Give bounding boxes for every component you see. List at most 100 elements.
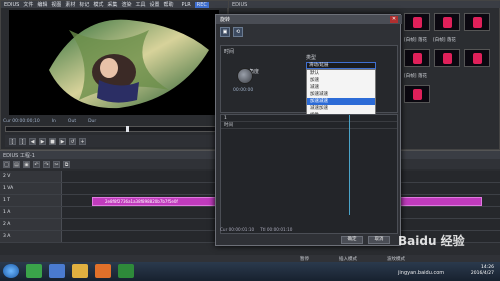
- dialog-toolbar: ▣ ⟲: [220, 27, 243, 37]
- new-sequence-icon[interactable]: □: [3, 160, 10, 168]
- scrub-bar[interactable]: [5, 126, 225, 132]
- thumb-row: [404, 85, 490, 103]
- dialog-statusbar: Cur 00:00:01:10 Ttl 00:00:01:10: [220, 225, 320, 233]
- dropdown-option-selected[interactable]: 加速减速: [307, 98, 375, 105]
- mode-badge[interactable]: REC: [194, 1, 209, 8]
- track-header[interactable]: 2 A: [0, 219, 62, 230]
- track-header[interactable]: 1 A: [0, 207, 62, 218]
- timecode-in: In: [51, 118, 56, 124]
- thumb-caption-row: [白帧] 落花 [白帧] 落花: [404, 37, 490, 43]
- dropdown-option[interactable]: 默认: [307, 70, 375, 77]
- rotate-dialog: 旋转 ✕ ▣ ⟲ 时间 类型 角度 00:00:00 滑动/延展 默认 加速 减…: [215, 14, 402, 246]
- menu-capture[interactable]: 采集: [107, 1, 117, 8]
- set-in-icon[interactable]: [: [9, 137, 16, 145]
- menu-mode[interactable]: 模式: [93, 1, 103, 8]
- save-icon[interactable]: ▣: [23, 160, 30, 168]
- player-titlebar: EDIUS 文件 编辑 视图 素材 标记 模式 采集 渲染 工具 设置 帮助 P…: [1, 1, 229, 8]
- app-icon[interactable]: [49, 264, 65, 278]
- menu-clip[interactable]: 素材: [65, 1, 75, 8]
- ok-button[interactable]: 确定: [341, 236, 363, 244]
- dropdown-option[interactable]: 减速加速: [307, 105, 375, 112]
- player-window: EDIUS 文件 编辑 视图 素材 标记 模式 采集 渲染 工具 设置 帮助 P…: [0, 0, 229, 150]
- redo-icon[interactable]: ↷: [43, 160, 50, 168]
- app-name: EDIUS: [4, 1, 20, 8]
- thumb-caption: [白帧] 落花: [404, 74, 427, 79]
- timecode-dur: Dur: [88, 118, 97, 124]
- menu-tools[interactable]: 工具: [135, 1, 145, 8]
- timecode-out: Out: [67, 118, 77, 124]
- browser-icon[interactable]: [95, 264, 111, 278]
- playhead-line[interactable]: [349, 115, 350, 215]
- loop-icon[interactable]: ↺: [69, 137, 76, 145]
- scrub-handle[interactable]: [126, 126, 129, 132]
- app-icon[interactable]: [26, 264, 42, 278]
- type-select[interactable]: 滑动/延展: [306, 62, 376, 69]
- thumb-caption: [白帧] 落花: [432, 38, 456, 43]
- section-time-label: 时间: [224, 49, 235, 55]
- timeline-clip[interactable]: 2e8f8f2736a1a38f898820b7b7f5e0f: [92, 197, 222, 206]
- track-header[interactable]: 1 T: [0, 195, 62, 206]
- track-header[interactable]: 1 VA: [0, 183, 62, 194]
- menu-help[interactable]: 帮助: [163, 1, 173, 8]
- bin-title: EDIUS: [232, 1, 248, 8]
- video-preview: [9, 10, 219, 115]
- stop-icon[interactable]: ■: [49, 137, 56, 145]
- dropdown-option[interactable]: 减速: [307, 84, 375, 91]
- clip-thumbnail[interactable]: [434, 13, 460, 31]
- play-icon[interactable]: ▶: [39, 137, 46, 145]
- clip-thumbnail[interactable]: [464, 13, 490, 31]
- clip-thumbnail[interactable]: [434, 49, 460, 67]
- cancel-button[interactable]: 取消: [368, 236, 390, 244]
- status-cur: Cur 00:00:01:10: [220, 226, 255, 232]
- menu-file[interactable]: 文件: [23, 1, 33, 8]
- clip-thumbnail[interactable]: [404, 13, 430, 31]
- angle-knob[interactable]: [237, 68, 253, 84]
- dialog-titlebar: 旋转: [216, 15, 402, 24]
- dropdown-option[interactable]: 加速: [307, 77, 375, 84]
- menu-mark[interactable]: 标记: [79, 1, 89, 8]
- keyframe-panel: 1 时间: [220, 114, 398, 234]
- open-icon[interactable]: ▤: [13, 160, 20, 168]
- undo-icon[interactable]: ↶: [33, 160, 40, 168]
- angle-value: 00:00:00: [233, 88, 254, 93]
- system-tray[interactable]: 14:26 2016/4/27: [471, 265, 494, 277]
- bin-thumbs-col: [白帧] 落花 [白帧] 落花 [白帧] 落花: [404, 13, 490, 103]
- timecode-current: Cur 00:00:00;10: [3, 118, 40, 124]
- keyframe-row[interactable]: 时间: [221, 122, 397, 129]
- timeline-clip[interactable]: [398, 197, 482, 206]
- video-frame-image: [49, 19, 209, 109]
- clip-thumbnail[interactable]: [404, 85, 430, 103]
- tray-date: 2016/4/27: [470, 271, 494, 276]
- reset-icon[interactable]: ⟲: [233, 27, 243, 37]
- menu-render[interactable]: 渲染: [121, 1, 131, 8]
- copy-icon[interactable]: ⧉: [63, 160, 70, 168]
- set-out-icon[interactable]: ]: [19, 137, 26, 145]
- baidu-watermark-logo: Baidu 经验: [398, 234, 465, 248]
- clip-thumbnail[interactable]: [404, 49, 430, 67]
- menu-view[interactable]: 视图: [51, 1, 61, 8]
- keyframe-row[interactable]: 1: [221, 115, 397, 122]
- clip-thumbnail[interactable]: [464, 49, 490, 67]
- preset-icon[interactable]: ▣: [220, 27, 230, 37]
- start-button-icon[interactable]: [3, 264, 19, 278]
- dropdown-option[interactable]: 加速减速: [307, 91, 375, 98]
- thumb-caption: [白帧] 落花: [404, 38, 427, 43]
- track-header[interactable]: 3 A: [0, 231, 62, 242]
- cut-icon[interactable]: ✂: [53, 160, 60, 168]
- prev-frame-icon[interactable]: ◀: [29, 137, 36, 145]
- mode-label: PLR: [181, 1, 191, 8]
- dialog-title: 旋转: [220, 17, 231, 23]
- close-icon[interactable]: ✕: [390, 16, 398, 23]
- menu-settings[interactable]: 设置: [149, 1, 159, 8]
- transport-controls: [ ] ◀ ▶ ■ ▶ ↺ +: [5, 135, 225, 147]
- status-ttl: Ttl 00:00:01:10: [260, 226, 293, 232]
- insert-icon[interactable]: +: [79, 137, 86, 145]
- timecode-row: Cur 00:00:00;10 In Out Dur: [3, 117, 227, 125]
- folder-icon[interactable]: [72, 264, 88, 278]
- timeline-title: EDIUS 工程-1: [3, 152, 35, 159]
- app-icon[interactable]: [118, 264, 134, 278]
- track-header[interactable]: 2 V: [0, 171, 62, 182]
- menu-edit[interactable]: 编辑: [37, 1, 47, 8]
- next-frame-icon[interactable]: ▶: [59, 137, 66, 145]
- baidu-watermark-url: jingyan.baidu.com: [398, 270, 445, 276]
